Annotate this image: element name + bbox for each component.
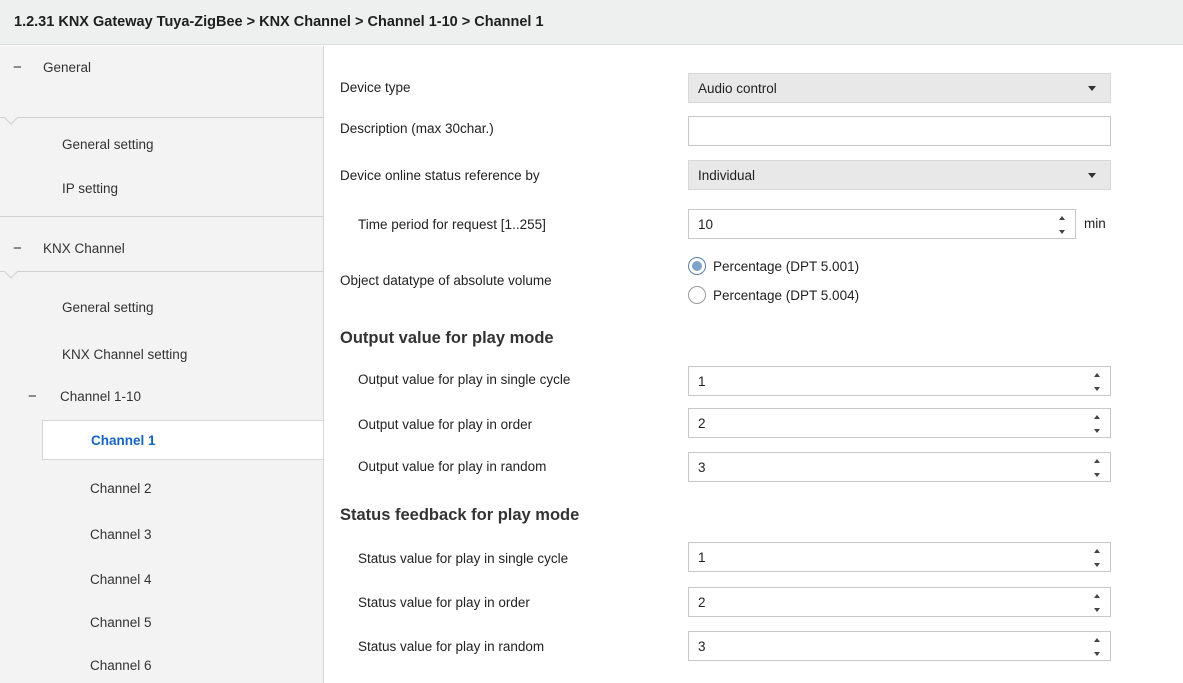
output-random-stepper[interactable]: 3 (688, 452, 1111, 482)
title-bar: 1.2.31 KNX Gateway Tuya-ZigBee > KNX Cha… (0, 0, 1183, 45)
sidebar-item-ip-setting[interactable]: IP setting (0, 168, 323, 208)
spinner-icon[interactable] (1092, 594, 1102, 612)
collapse-icon[interactable]: − (13, 240, 29, 257)
time-period-stepper[interactable]: 10 (688, 209, 1076, 239)
datatype-option-5001[interactable]: Percentage (DPT 5.001) (688, 257, 859, 275)
chevron-down-icon[interactable] (1088, 173, 1096, 178)
description-label: Description (max 30char.) (340, 121, 494, 136)
tree-divider (0, 216, 323, 217)
online-status-label: Device online status reference by (340, 168, 540, 183)
sidebar-tree: − General General setting IP setting − K… (0, 46, 324, 683)
datatype-option-5004[interactable]: Percentage (DPT 5.004) (688, 286, 859, 304)
spinner-icon[interactable] (1092, 549, 1102, 567)
sidebar-item-channel-5[interactable]: Channel 5 (42, 602, 323, 642)
output-order-stepper[interactable]: 2 (688, 408, 1111, 438)
time-period-value: 10 (698, 216, 714, 232)
radio-checked-icon[interactable] (688, 257, 706, 275)
online-status-select[interactable]: Individual (688, 160, 1111, 190)
collapse-icon[interactable]: − (13, 59, 29, 76)
chevron-down-icon[interactable] (1088, 86, 1096, 91)
sidebar-item-channel-2[interactable]: Channel 2 (42, 468, 323, 508)
status-random-stepper[interactable]: 3 (688, 631, 1111, 661)
spinner-icon[interactable] (1092, 415, 1102, 433)
sidebar-item-general-setting[interactable]: General setting (0, 124, 323, 164)
breadcrumb: 1.2.31 KNX Gateway Tuya-ZigBee > KNX Cha… (14, 14, 544, 30)
tree-group-label: KNX Channel (43, 240, 125, 256)
status-order-stepper[interactable]: 2 (688, 587, 1111, 617)
parameter-panel: Device type Audio control Description (m… (325, 46, 1183, 683)
output-random-value: 3 (698, 459, 706, 475)
device-type-select[interactable]: Audio control (688, 73, 1111, 103)
output-random-label: Output value for play in random (358, 459, 547, 474)
status-single-cycle-value: 1 (698, 549, 706, 565)
output-single-cycle-value: 1 (698, 373, 706, 389)
spinner-icon[interactable] (1092, 459, 1102, 477)
time-period-unit: min (1084, 216, 1106, 231)
radio-unchecked-icon[interactable] (688, 286, 706, 304)
online-status-value: Individual (698, 167, 756, 183)
time-period-label: Time period for request [1..255] (358, 217, 546, 232)
tree-group-knx-channel[interactable]: − KNX Channel (0, 227, 323, 269)
output-single-cycle-label: Output value for play in single cycle (358, 372, 571, 387)
status-order-value: 2 (698, 594, 706, 610)
sidebar-item-channel-6[interactable]: Channel 6 (42, 645, 323, 683)
status-single-cycle-stepper[interactable]: 1 (688, 542, 1111, 572)
description-input[interactable] (688, 116, 1111, 146)
collapse-icon[interactable]: − (28, 388, 44, 405)
datatype-label: Object datatype of absolute volume (340, 273, 552, 288)
tree-group-general[interactable]: − General (0, 46, 323, 88)
radio-label: Percentage (DPT 5.004) (713, 287, 860, 303)
output-order-value: 2 (698, 415, 706, 431)
tree-group-label: Channel 1-10 (60, 388, 142, 404)
spinner-icon[interactable] (1092, 638, 1102, 656)
output-section-heading: Output value for play mode (340, 329, 554, 347)
status-order-label: Status value for play in order (358, 595, 530, 610)
status-single-cycle-label: Status value for play in single cycle (358, 551, 569, 566)
tree-group-channel-1-10[interactable]: − Channel 1-10 (0, 376, 323, 416)
tree-divider (0, 271, 323, 272)
spinner-icon[interactable] (1092, 373, 1102, 391)
status-random-value: 3 (698, 638, 706, 654)
tree-divider (0, 117, 323, 118)
status-section-heading: Status feedback for play mode (340, 506, 580, 524)
status-random-label: Status value for play in random (358, 639, 545, 654)
output-single-cycle-stepper[interactable]: 1 (688, 366, 1111, 396)
sidebar-item-general-setting[interactable]: General setting (0, 287, 323, 327)
device-type-label: Device type (340, 80, 411, 95)
sidebar-item-channel-4[interactable]: Channel 4 (42, 559, 323, 599)
sidebar-item-channel-1[interactable]: Channel 1 (42, 420, 323, 460)
tree-group-label: General (43, 59, 92, 75)
spinner-icon[interactable] (1057, 216, 1067, 234)
output-order-label: Output value for play in order (358, 417, 533, 432)
device-type-value: Audio control (698, 80, 777, 96)
tree-notch-icon (4, 271, 18, 279)
sidebar-item-channel-3[interactable]: Channel 3 (42, 514, 323, 554)
sidebar-item-knx-channel-setting[interactable]: KNX Channel setting (0, 334, 323, 374)
radio-label: Percentage (DPT 5.001) (713, 258, 860, 274)
